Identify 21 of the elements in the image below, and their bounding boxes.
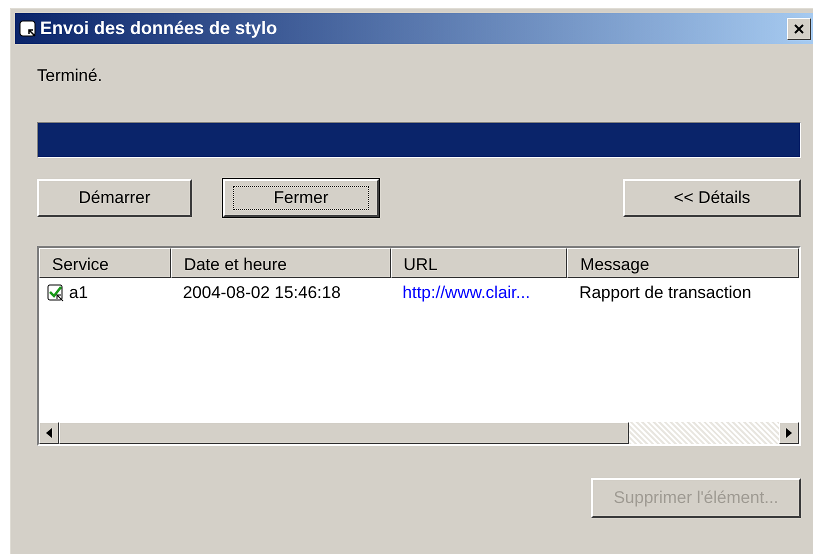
left-arrow-icon [46, 428, 52, 438]
close-icon [793, 22, 805, 34]
url-link[interactable]: http://www.clair... [402, 283, 530, 303]
column-header[interactable]: URL [390, 248, 568, 278]
scroll-right-button[interactable] [779, 422, 799, 444]
window-icon [19, 20, 37, 38]
dialog-button[interactable]: << Détails [623, 179, 801, 217]
table-cell: Rapport de transaction [579, 283, 752, 303]
checked-document-icon [47, 284, 65, 302]
close-button[interactable] [787, 18, 811, 40]
column-header[interactable]: Date et heure [170, 248, 391, 278]
table-cell: a1 [69, 283, 88, 303]
scroll-left-button[interactable] [39, 422, 59, 444]
window-title: Envoi des données de stylo [40, 18, 278, 39]
dialog-button[interactable]: Démarrer [37, 179, 192, 217]
column-header[interactable]: Message [567, 248, 799, 278]
column-header[interactable]: Service [39, 248, 171, 278]
table-cell: 2004-08-02 15:46:18 [182, 283, 341, 303]
dialog-button[interactable]: Fermer [223, 179, 379, 217]
status-text: Terminé. [37, 66, 104, 87]
right-arrow-icon [786, 428, 792, 438]
